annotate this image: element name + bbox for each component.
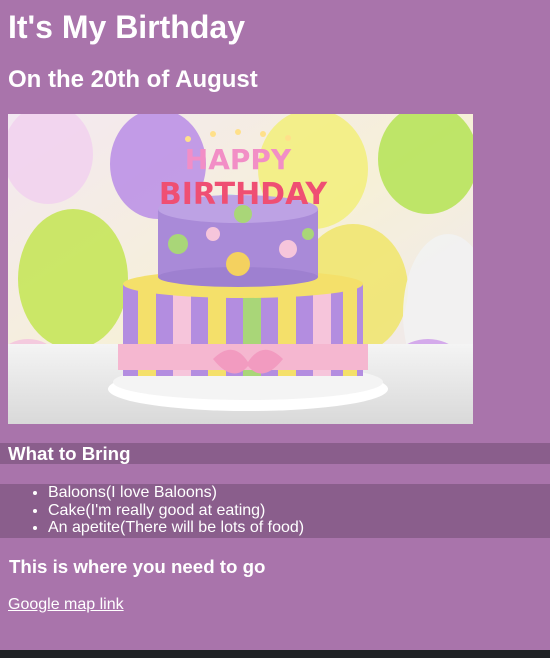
location-heading: This is where you need to go (9, 556, 266, 577)
list-item: An apetite(There will be lots of food) (48, 519, 550, 537)
candle-text-birthday: BIRTHDAY (159, 177, 329, 212)
birthday-cake-photo: HAPPY BIRTHDAY (8, 114, 473, 424)
google-map-link[interactable]: Google map link (8, 596, 124, 614)
what-to-bring-band: What to Bring (0, 443, 550, 464)
page-title: It's My Birthday (8, 9, 245, 45)
what-to-bring-heading: What to Bring (8, 443, 131, 464)
list-item: Cake(I'm really good at eating) (48, 502, 550, 520)
page-subtitle: On the 20th of August (8, 66, 258, 93)
list-item: Baloons(I love Baloons) (48, 484, 550, 502)
birthday-cake-image: HAPPY BIRTHDAY (8, 114, 473, 424)
candle-text-happy: HAPPY (185, 143, 292, 176)
birthday-page: It's My Birthday On the 20th of August H… (0, 0, 550, 650)
bring-list-box: Baloons(I love Baloons) Cake(I'm really … (0, 484, 550, 538)
bring-list: Baloons(I love Baloons) Cake(I'm really … (0, 484, 550, 537)
bottom-bar (0, 650, 550, 658)
